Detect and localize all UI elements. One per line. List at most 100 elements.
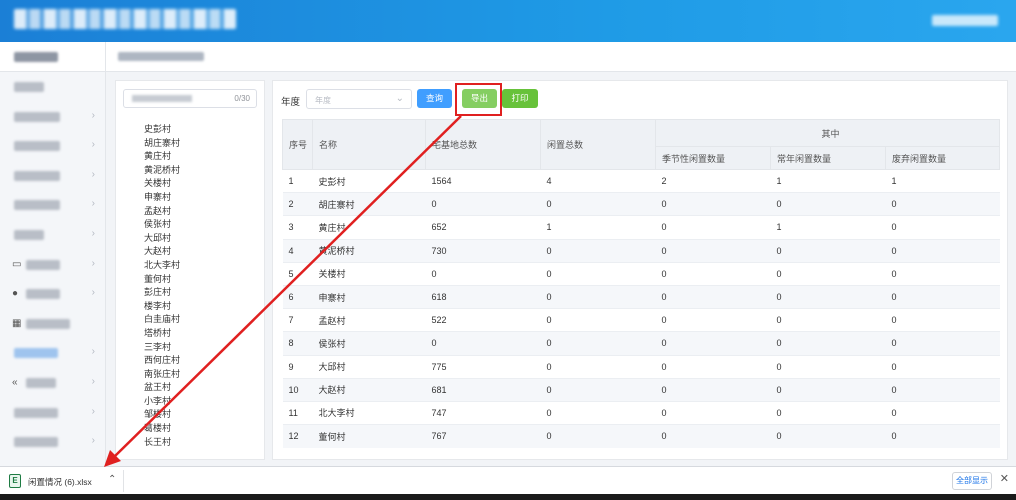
cell-no: 1 (282, 168, 313, 193)
village-item[interactable]: 彭庄村 (144, 286, 180, 300)
cell-seasonal: 0 (655, 424, 771, 448)
cell-idle: 0 (540, 192, 656, 216)
cell-seasonal: 0 (655, 215, 771, 240)
village-item[interactable]: 三李村 (144, 341, 180, 355)
redacted-menu-label (26, 259, 60, 270)
year-select[interactable]: 年度 ⌄ (306, 89, 412, 109)
cell-perennial: 0 (770, 284, 886, 309)
cell-no: 9 (282, 354, 313, 379)
location-pin-icon: ● (12, 288, 19, 300)
grid-icon: ▦ (12, 317, 22, 329)
sidebar-item[interactable]: › (0, 220, 105, 250)
sidebar-item[interactable]: › (0, 427, 105, 457)
chevron-right-icon: › (91, 109, 95, 121)
village-item[interactable]: 北大李村 (144, 259, 180, 273)
cell-total: 522 (425, 308, 541, 332)
redacted-menu-label (14, 170, 60, 181)
cell-seasonal: 2 (655, 168, 771, 193)
cell-idle: 0 (540, 377, 656, 402)
table-row: 4 黄泥桥村 730 0 0 0 0 (282, 238, 1000, 263)
year-label: 年度 (281, 97, 301, 108)
download-item[interactable]: E 闲置情况 (6).xlsx ⌃ (6, 470, 124, 492)
village-item[interactable]: 大赵村 (144, 245, 180, 259)
village-item[interactable]: 董何村 (144, 273, 180, 287)
village-item[interactable]: 侯张村 (144, 218, 180, 232)
village-item[interactable]: 黄泥桥村 (144, 164, 180, 178)
cell-seasonal: 0 (655, 331, 771, 355)
cell-idle: 0 (540, 331, 656, 355)
cell-perennial: 0 (770, 261, 886, 286)
cell-no: 6 (282, 284, 313, 309)
cell-perennial: 0 (770, 424, 886, 448)
cell-name: 黄庄村 (312, 215, 426, 240)
village-item[interactable]: 史彭村 (144, 123, 180, 137)
show-all-downloads-button[interactable]: 全部显示 (952, 472, 992, 490)
sidebar-item[interactable]: ● › (0, 279, 105, 309)
cell-total: 775 (425, 354, 541, 379)
sidebar-item[interactable]: «› (0, 368, 105, 398)
village-item[interactable]: 葛楼村 (144, 422, 180, 436)
cell-total: 730 (425, 238, 541, 263)
cell-abandoned: 0 (885, 424, 1000, 448)
village-item[interactable]: 黄庄村 (144, 150, 180, 164)
village-item[interactable]: 南张庄村 (144, 368, 180, 382)
cell-total: 0 (425, 192, 541, 216)
village-search-input[interactable]: 0/30 (123, 89, 257, 108)
cell-perennial: 0 (770, 192, 886, 216)
cell-abandoned: 0 (885, 377, 1000, 402)
cell-seasonal: 0 (655, 284, 771, 309)
village-item[interactable]: 大邱村 (144, 232, 180, 246)
angle-icon: « (12, 376, 18, 388)
redacted-user-info[interactable] (932, 15, 998, 26)
village-item[interactable]: 塔桥村 (144, 327, 180, 341)
sidebar-item[interactable]: ▭ › (0, 250, 105, 280)
sidebar-item[interactable]: › (0, 398, 105, 428)
cell-no: 2 (282, 192, 313, 216)
sidebar-item[interactable]: › (0, 102, 105, 132)
village-item[interactable]: 关楼村 (144, 177, 180, 191)
cell-seasonal: 0 (655, 192, 771, 216)
sidebar-item[interactable]: › (0, 190, 105, 220)
chevron-right-icon: › (91, 198, 95, 210)
cell-abandoned: 0 (885, 261, 1000, 286)
col-header-name: 名称 (312, 119, 426, 170)
village-item[interactable]: 楼李村 (144, 300, 180, 314)
sidebar-item[interactable]: › (0, 131, 105, 161)
query-button[interactable]: 查询 (417, 89, 452, 108)
village-item[interactable]: 邹楼村 (144, 408, 180, 422)
cell-seasonal: 0 (655, 377, 771, 402)
redacted-menu-label (26, 377, 56, 388)
sidebar-item[interactable] (0, 72, 105, 102)
cell-idle: 0 (540, 284, 656, 309)
sidebar-item-active[interactable]: › (0, 338, 105, 368)
village-tree-panel: 0/30 史彭村 胡庄寨村 黄庄村 黄泥桥村 关楼村 申寨村 孟赵村 侯张村 大邱村 大赵村 北大李… (115, 80, 265, 460)
cell-perennial: 0 (770, 238, 886, 263)
village-item[interactable]: 白圭庙村 (144, 313, 180, 327)
chevron-up-icon[interactable]: ⌃ (108, 474, 116, 485)
redacted-menu-label (14, 111, 60, 122)
cell-perennial: 0 (770, 331, 886, 355)
cell-no: 12 (282, 424, 313, 448)
sidebar-header (0, 42, 105, 72)
cell-total: 681 (425, 377, 541, 402)
sidebar-item[interactable]: ▦ (0, 309, 105, 339)
village-item[interactable]: 孟赵村 (144, 205, 180, 219)
redacted-menu-label (26, 318, 70, 329)
village-item[interactable]: 西何庄村 (144, 354, 180, 368)
sidebar-item[interactable]: › (0, 161, 105, 191)
village-item[interactable]: 申寨村 (144, 191, 180, 205)
village-item[interactable]: 盆王村 (144, 381, 180, 395)
print-button[interactable]: 打印 (502, 89, 538, 108)
col-header-of-which: 其中 (655, 119, 1000, 147)
cell-abandoned: 0 (885, 354, 1000, 379)
village-item[interactable]: 小李村 (144, 395, 180, 409)
table-row: 12 董何村 767 0 0 0 0 (282, 424, 1000, 448)
village-item[interactable]: 胡庄寨村 (144, 137, 180, 151)
cell-seasonal: 0 (655, 238, 771, 263)
cell-idle: 0 (540, 354, 656, 379)
village-item[interactable]: 长王村 (144, 436, 180, 450)
close-icon[interactable]: ✕ (1000, 472, 1009, 485)
cell-name: 董何村 (312, 424, 426, 448)
redacted-tab-label[interactable] (118, 52, 204, 61)
search-count: 0/30 (234, 94, 250, 103)
